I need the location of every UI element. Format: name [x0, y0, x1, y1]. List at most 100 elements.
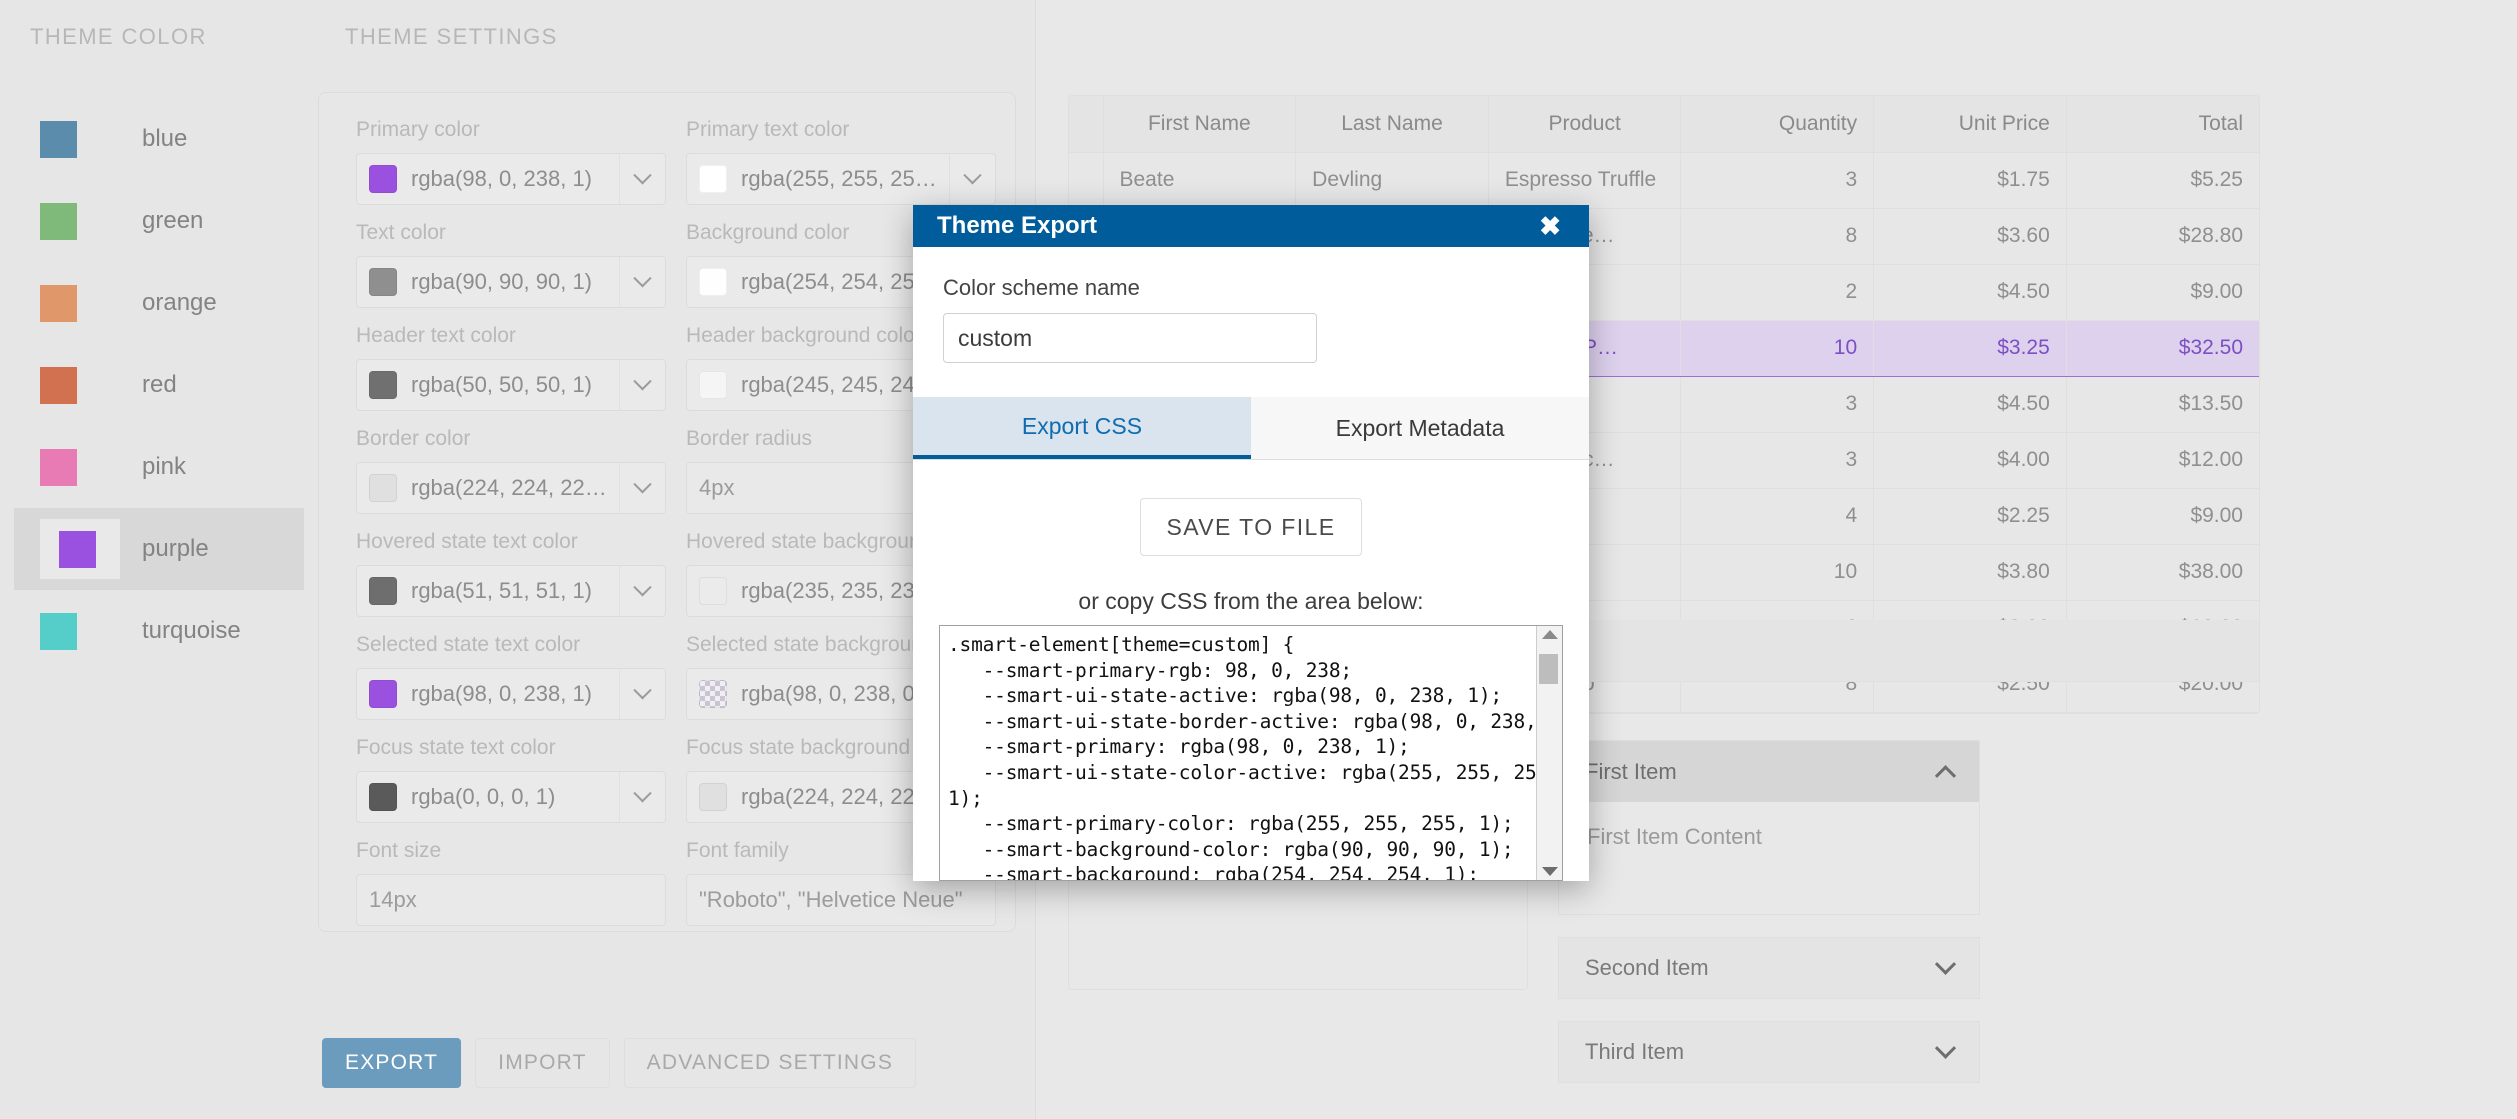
advanced-settings-button[interactable]: ADVANCED SETTINGS	[623, 1038, 917, 1088]
theme-color-label: red	[142, 371, 177, 398]
tab-export-css[interactable]: Export CSS	[913, 397, 1251, 459]
chevron-down-icon[interactable]	[619, 154, 665, 204]
chevron-down-icon[interactable]	[949, 154, 995, 204]
setting-field-label: Primary text color	[686, 118, 850, 141]
accordion-header[interactable]: First Item	[1558, 740, 1980, 802]
setting-color-picker[interactable]: rgba(98, 0, 238, 1)	[356, 668, 666, 720]
table-cell-price: $4.50	[1873, 264, 2067, 321]
chevron-down-icon[interactable]	[619, 566, 665, 616]
color-value-text: rgba(98, 0, 238, 1)	[411, 166, 593, 191]
color-swatch-icon	[40, 120, 77, 158]
table-row[interactable]: Beate Devling Espresso Truffle 3 $1.75 $5.25	[1069, 152, 2259, 209]
table-cell-total: $38.00	[2066, 544, 2259, 601]
setting-field: Selected state text color rgba(98, 0, 238…	[356, 633, 666, 720]
chevron-down-icon[interactable]	[619, 360, 665, 410]
scrollbar-thumb[interactable]	[1539, 654, 1558, 684]
color-chip-icon	[699, 680, 727, 708]
table-column-header[interactable]: Quantity	[1680, 96, 1875, 153]
color-swatch-icon	[40, 202, 77, 240]
color-picker-value-area[interactable]: rgba(224, 224, 224…	[357, 463, 619, 513]
setting-field: Font size 14px	[356, 839, 666, 926]
chevron-up-icon[interactable]	[1934, 765, 1957, 787]
tab-export-metadata[interactable]: Export Metadata	[1251, 397, 1589, 459]
export-button[interactable]: EXPORT	[322, 1038, 462, 1088]
table-column-header[interactable]: Product	[1488, 96, 1682, 153]
chevron-down-icon[interactable]	[1934, 953, 1957, 975]
chevron-down-icon[interactable]	[619, 772, 665, 822]
theme-color-item-green[interactable]: green	[14, 180, 304, 262]
scroll-up-icon[interactable]	[1541, 630, 1558, 639]
color-picker-value-area[interactable]: rgba(224, 224, 224…	[687, 772, 949, 822]
theme-color-item-blue[interactable]: blue	[14, 98, 304, 180]
setting-color-picker[interactable]: rgba(50, 50, 50, 1)	[356, 359, 666, 411]
color-scheme-label: Color scheme name	[943, 275, 1140, 300]
chevron-down-icon[interactable]	[619, 463, 665, 513]
color-chip-icon	[369, 577, 397, 605]
close-icon[interactable]: ✖	[1533, 212, 1567, 240]
theme-color-item-orange[interactable]: orange	[14, 262, 304, 344]
save-row: SAVE TO FILE	[939, 498, 1563, 556]
scroll-down-icon[interactable]	[1541, 867, 1558, 876]
color-picker-value-area[interactable]: rgba(50, 50, 50, 1)	[357, 360, 619, 410]
color-swatch-wrap	[40, 366, 120, 404]
color-picker-value-area[interactable]: rgba(0, 0, 0, 1)	[357, 772, 619, 822]
setting-field: Header text color rgba(50, 50, 50, 1)	[356, 324, 666, 411]
modal-tab-strip: Export CSS Export Metadata	[913, 397, 1589, 460]
accordion-label: First Item	[1585, 758, 1677, 784]
css-output-area[interactable]: .smart-element[theme=custom] { --smart-p…	[939, 625, 1563, 881]
theme-color-label: green	[142, 207, 204, 234]
color-picker-value-area[interactable]: rgba(98, 0, 238, 0.1)	[687, 669, 949, 719]
table-cell-price: $4.00	[1873, 432, 2067, 489]
chevron-down-icon[interactable]	[1934, 1037, 1957, 1059]
save-to-file-button[interactable]: SAVE TO FILE	[1139, 498, 1363, 556]
color-picker-value-area[interactable]: rgba(255, 255, 255…	[687, 154, 949, 204]
setting-color-picker[interactable]: rgba(98, 0, 238, 1)	[356, 153, 666, 205]
table-column-header[interactable]: Last Name	[1295, 96, 1489, 153]
setting-field-label: Primary color	[356, 118, 480, 141]
setting-color-picker[interactable]: rgba(51, 51, 51, 1)	[356, 565, 666, 617]
setting-text-input[interactable]: "Roboto", "Helvetice Neue"	[686, 874, 996, 926]
setting-color-picker[interactable]: rgba(0, 0, 0, 1)	[356, 771, 666, 823]
setting-field-label: Focus state text color	[356, 736, 556, 759]
theme-action-bar: EXPORT IMPORT ADVANCED SETTINGS	[322, 1038, 917, 1088]
setting-color-picker[interactable]: rgba(224, 224, 224…	[356, 462, 666, 514]
theme-color-item-pink[interactable]: pink	[14, 426, 304, 508]
setting-field-label: Text color	[356, 221, 446, 244]
chevron-glyph	[633, 680, 652, 699]
theme-settings-section-title: THEME SETTINGS	[345, 24, 558, 49]
theme-color-item-red[interactable]: red	[14, 344, 304, 426]
color-picker-value-area[interactable]: rgba(51, 51, 51, 1)	[357, 566, 619, 616]
setting-color-picker[interactable]: rgba(255, 255, 255…	[686, 153, 996, 205]
accordion-header[interactable]: Third Item	[1558, 1021, 1980, 1083]
color-swatch-wrap	[40, 612, 120, 650]
color-scheme-group: Color scheme name	[913, 247, 1589, 371]
color-picker-value-area[interactable]: rgba(235, 235, 235…	[687, 566, 949, 616]
chevron-down-icon[interactable]	[619, 669, 665, 719]
accordion-header[interactable]: Second Item	[1558, 937, 1980, 999]
color-scheme-input[interactable]	[943, 313, 1317, 363]
color-picker-value-area[interactable]: rgba(245, 245, 245…	[687, 360, 949, 410]
css-output-text[interactable]: .smart-element[theme=custom] { --smart-p…	[940, 626, 1536, 880]
preview-accordion: First Item First Item Content Second Item T…	[1558, 740, 1980, 1083]
color-picker-value-area[interactable]: rgba(98, 0, 238, 1)	[357, 154, 619, 204]
setting-color-picker[interactable]: rgba(90, 90, 90, 1)	[356, 256, 666, 308]
chevron-down-icon[interactable]	[619, 257, 665, 307]
color-swatch-icon	[40, 284, 77, 322]
setting-text-input[interactable]: 14px	[356, 874, 666, 926]
table-column-header[interactable]: Total	[2066, 96, 2259, 153]
table-cell-price: $1.75	[1873, 152, 2067, 209]
setting-field: Focus state text color rgba(0, 0, 0, 1)	[356, 736, 666, 823]
color-chip-icon	[699, 268, 727, 296]
theme-color-item-purple[interactable]: purple	[14, 508, 304, 590]
import-button[interactable]: IMPORT	[475, 1038, 610, 1088]
theme-color-label: purple	[142, 535, 209, 562]
color-picker-value-area[interactable]: rgba(90, 90, 90, 1)	[357, 257, 619, 307]
table-column-header[interactable]: Unit Price	[1873, 96, 2067, 153]
table-cell-price: $4.50	[1873, 376, 2067, 433]
color-picker-value-area[interactable]: rgba(254, 254, 254…	[687, 257, 949, 307]
theme-color-item-turquoise[interactable]: turquoise	[14, 590, 304, 672]
color-picker-value-area[interactable]: rgba(98, 0, 238, 1)	[357, 669, 619, 719]
accordion-gap	[1558, 915, 1980, 937]
table-column-header[interactable]: First Name	[1103, 96, 1297, 153]
color-value-text: rgba(255, 255, 255…	[741, 166, 937, 191]
